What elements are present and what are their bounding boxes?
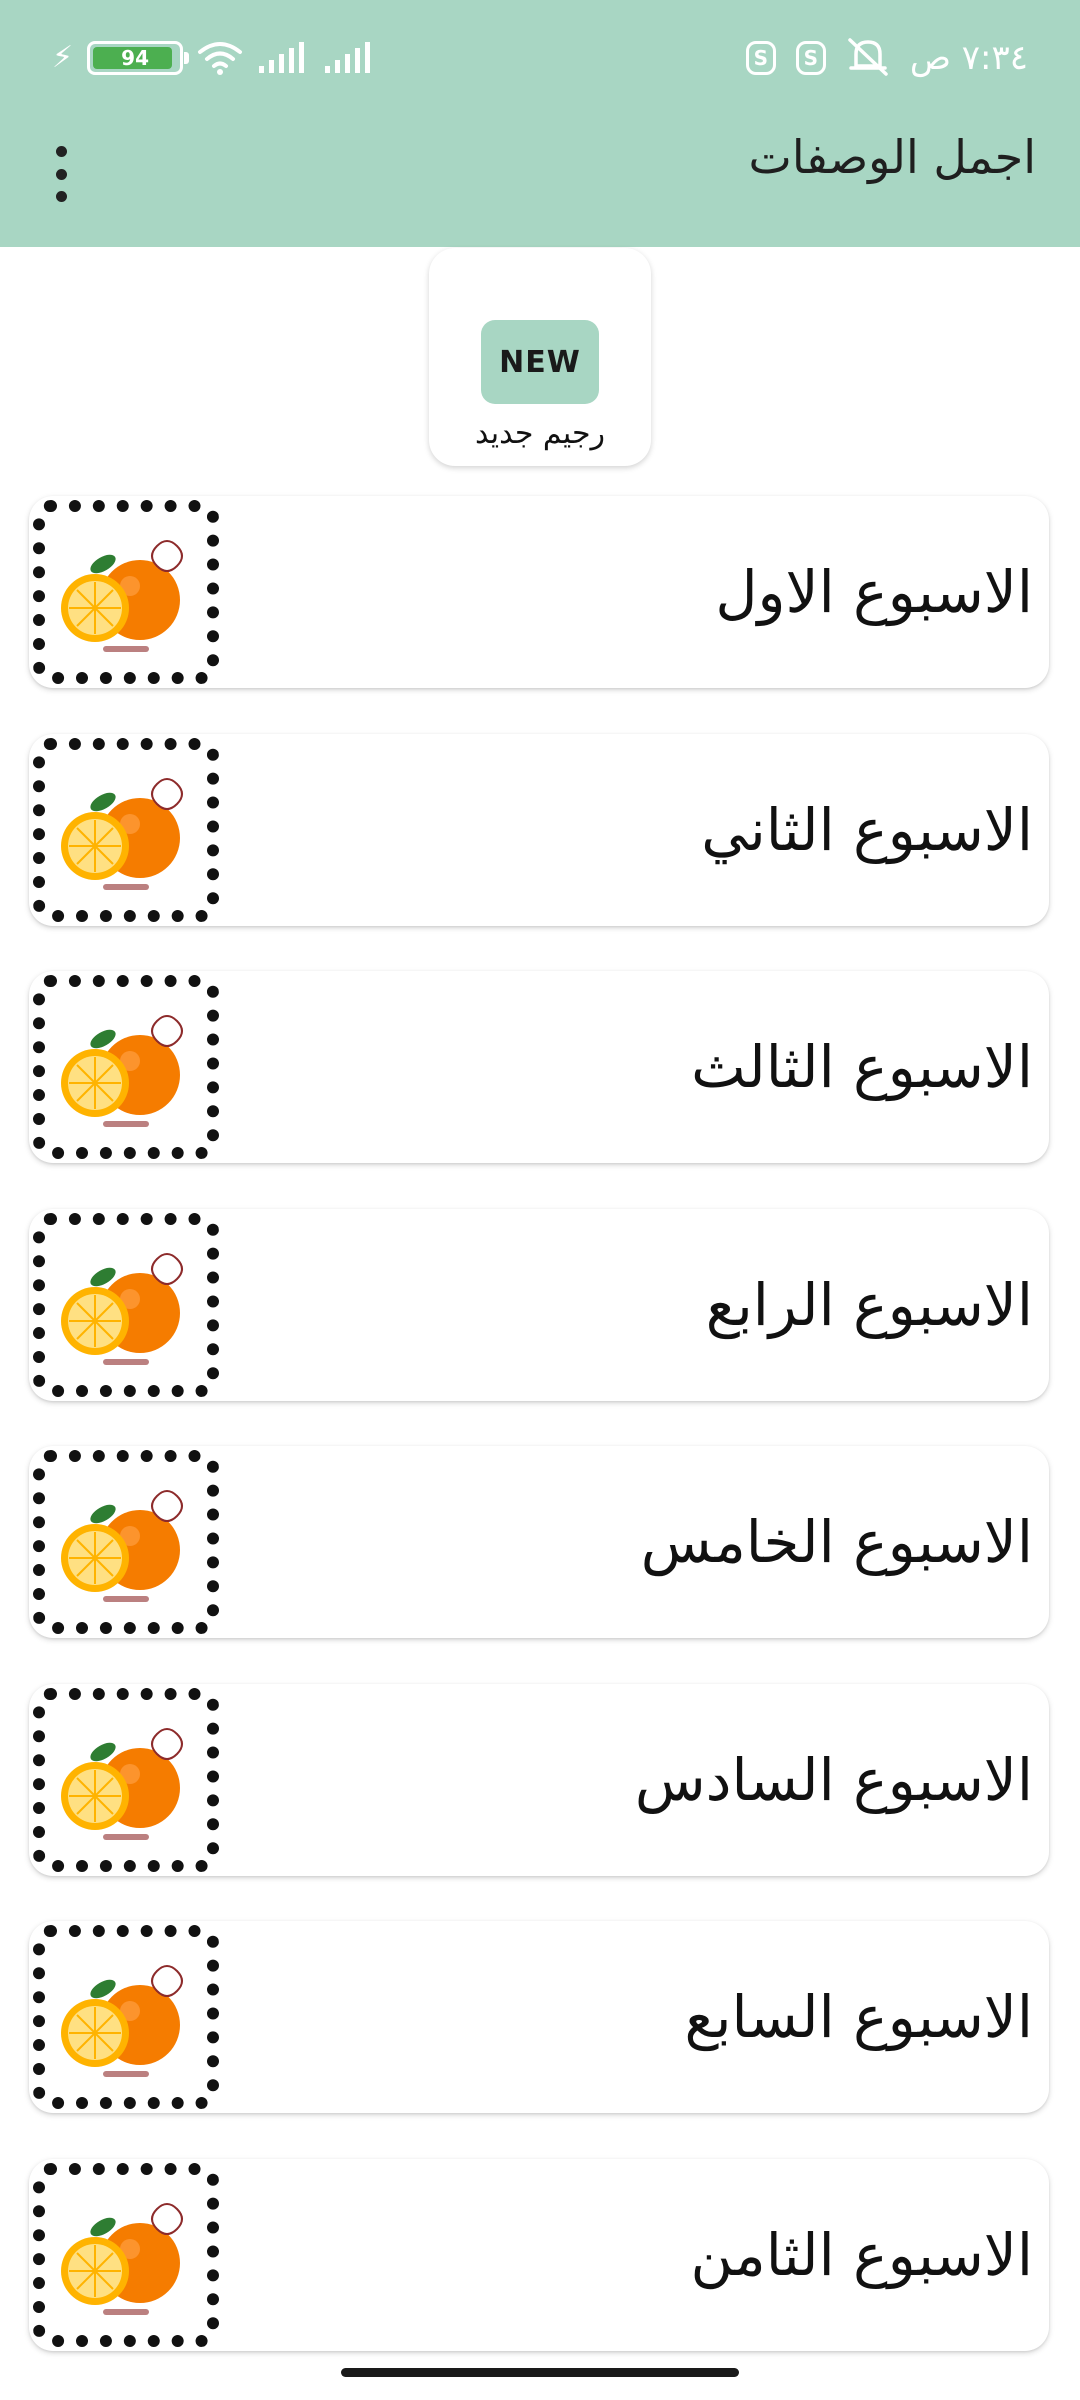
new-diet-card[interactable]: NEW رجيم جديد	[429, 248, 651, 466]
orange-diet-thumbnail-icon	[33, 500, 219, 684]
week-list-item[interactable]: الاسبوع الثالث	[29, 971, 1049, 1163]
app-title: اجمل الوصفات	[748, 130, 1036, 184]
week-title: الاسبوع السادس	[634, 1746, 1033, 1814]
orange-diet-thumbnail-icon	[33, 1213, 219, 1397]
charging-bolt-icon: ⚡	[52, 40, 74, 75]
week-title: الاسبوع الثالث	[691, 1033, 1033, 1101]
week-list-item[interactable]: الاسبوع الاول	[29, 496, 1049, 688]
status-time: ٧:٣٤ ص	[909, 38, 1028, 78]
battery-level: 94	[121, 46, 149, 70]
app-notification-icon: S	[795, 41, 826, 75]
more-vertical-icon-dot	[55, 191, 67, 202]
status-bar: ⚡ 94 S S ٧:٣٤ ص	[0, 30, 1080, 88]
app-bar: ⚡ 94 S S ٧:٣٤ ص اجمل الوصفات	[0, 0, 1080, 247]
week-title: الاسبوع الثاني	[701, 796, 1033, 864]
orange-diet-thumbnail-icon	[33, 1925, 219, 2109]
orange-diet-thumbnail-icon	[33, 2163, 219, 2347]
week-list-item[interactable]: الاسبوع الثاني	[29, 734, 1049, 926]
more-vertical-icon	[55, 146, 67, 157]
week-title: الاسبوع الخامس	[640, 1508, 1033, 1576]
new-badge: NEW	[481, 320, 599, 404]
battery-icon: 94	[87, 41, 190, 75]
week-title: الاسبوع السابع	[684, 1983, 1033, 2051]
week-list-item[interactable]: الاسبوع الرابع	[29, 1209, 1049, 1401]
week-title: الاسبوع الرابع	[705, 1271, 1033, 1339]
orange-diet-thumbnail-icon	[33, 975, 219, 1159]
week-list-item[interactable]: الاسبوع الخامس	[29, 1446, 1049, 1638]
orange-diet-thumbnail-icon	[33, 738, 219, 922]
mute-icon	[846, 36, 890, 80]
week-title: الاسبوع الثامن	[690, 2221, 1033, 2289]
week-list-item[interactable]: الاسبوع الثامن	[29, 2159, 1049, 2351]
home-indicator[interactable]	[341, 2368, 739, 2377]
orange-diet-thumbnail-icon	[33, 1450, 219, 1634]
orange-diet-thumbnail-icon	[33, 1688, 219, 1872]
new-diet-label: رجيم جديد	[475, 416, 605, 451]
signal-icon	[257, 42, 309, 74]
more-options-button[interactable]	[46, 146, 76, 202]
week-title: الاسبوع الاول	[715, 558, 1033, 626]
week-list-item[interactable]: الاسبوع السادس	[29, 1684, 1049, 1876]
wifi-icon	[197, 40, 243, 76]
app-notification-icon: S	[745, 41, 776, 75]
week-list-item[interactable]: الاسبوع السابع	[29, 1921, 1049, 2113]
more-vertical-icon-dot	[55, 168, 67, 180]
signal-icon	[323, 42, 375, 74]
